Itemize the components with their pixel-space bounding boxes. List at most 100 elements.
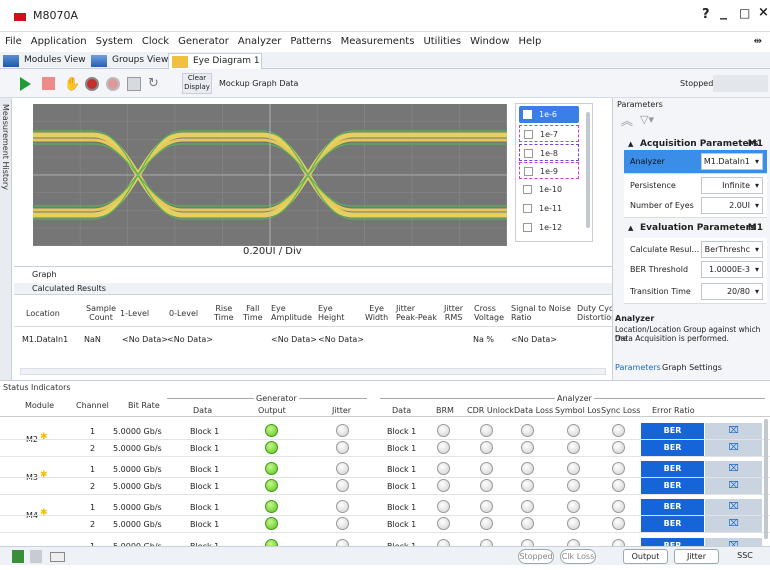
tab-eye-diagram[interactable]: Eye Diagram 1 ×: [168, 53, 262, 81]
menu-system[interactable]: System: [96, 36, 133, 47]
ssc-button[interactable]: SSC: [724, 549, 766, 564]
no-entry-alt-icon[interactable]: [106, 77, 120, 91]
row-divider: [0, 456, 770, 457]
chart-icon[interactable]: ⌧: [705, 423, 762, 439]
status-indicators-panel: Status Indicators Generator Analyzer Mod…: [0, 380, 770, 566]
status-title: Status Indicators: [3, 383, 71, 392]
hand-icon[interactable]: ✋: [64, 77, 80, 92]
chart-icon[interactable]: ⌧: [705, 461, 762, 477]
param-value[interactable]: M1.DataIn1: [701, 153, 763, 170]
collapse-icon: ▲: [628, 224, 634, 232]
menu-generator[interactable]: Generator: [178, 36, 229, 47]
evaluation-parameters-header[interactable]: ▲ Evaluation Parameters M1: [624, 218, 767, 238]
menu-patterns[interactable]: Patterns: [290, 36, 331, 47]
pin-icon[interactable]: ⇹: [754, 36, 762, 47]
status-vscrollbar[interactable]: [764, 419, 768, 539]
output-led-icon: [265, 517, 278, 530]
ber-level-1e-7[interactable]: 1e-7: [519, 125, 579, 142]
checkbox[interactable]: [523, 185, 532, 194]
ber-level-1e-11[interactable]: 1e-11: [519, 200, 579, 217]
eval-target: M1: [747, 223, 763, 233]
menu-application[interactable]: Application: [31, 36, 87, 47]
param-number-of-eyes[interactable]: Number of Eyes 2.0UI: [624, 194, 767, 218]
ber-level-1e-10[interactable]: 1e-10: [519, 181, 579, 198]
menu-clock[interactable]: Clock: [142, 36, 169, 47]
data-loss-led-icon: [521, 441, 534, 454]
tab-graph[interactable]: Graph: [32, 270, 57, 279]
param-value[interactable]: BerThreshc: [701, 241, 763, 258]
col-jitter-pp: Jitter Peak-Peak: [396, 304, 437, 322]
mail-icon[interactable]: [50, 552, 65, 562]
generator-data-value: Block 1: [190, 482, 220, 491]
mockup-graph-data-button[interactable]: Mockup Graph Data: [219, 79, 298, 88]
help-button[interactable]: ?: [702, 7, 710, 22]
param-ber-threshold[interactable]: BER Threshold 1.0000E-3: [624, 258, 767, 282]
param-transition-time[interactable]: Transition Time 20/80: [624, 280, 767, 304]
ber-label: 1e-8: [540, 149, 558, 158]
minimize-button[interactable]: _: [720, 4, 727, 20]
checkbox[interactable]: [523, 204, 532, 213]
chart-icon[interactable]: ⌧: [705, 478, 762, 494]
checkbox[interactable]: [524, 130, 533, 139]
checkbox[interactable]: [524, 167, 533, 176]
tab-graph-settings[interactable]: Graph Settings: [662, 363, 722, 372]
brm-led-icon: [437, 479, 450, 492]
hdr-brm: BRM: [436, 406, 454, 415]
collapse-all-icon[interactable]: ︽: [621, 112, 633, 129]
ber-level-1e-6[interactable]: 1e-6: [519, 106, 579, 123]
results-hscrollbar[interactable]: [20, 368, 606, 375]
generator-data-value: Block 1: [190, 444, 220, 453]
param-value[interactable]: Infinite: [701, 177, 763, 194]
chart-icon[interactable]: ⌧: [705, 516, 762, 532]
filter-icon[interactable]: ▽▾: [640, 113, 654, 126]
col-label: Voltage: [474, 313, 505, 322]
menu-analyzer[interactable]: Analyzer: [238, 36, 282, 47]
clear-display-button[interactable]: Clear Display: [182, 73, 212, 94]
analyzer-group-label: Analyzer: [555, 394, 594, 403]
help-text-2: Data Acquisition is performed.: [615, 334, 729, 343]
analyzer-data-value: Block 1: [387, 465, 417, 474]
tab-modules-view[interactable]: Modules View: [0, 53, 86, 69]
jitter-button[interactable]: Jitter: [674, 549, 719, 564]
checkbox[interactable]: [524, 149, 533, 158]
checkbox[interactable]: [523, 223, 532, 232]
tab-groups-view[interactable]: Groups View: [88, 53, 170, 69]
col-label: Jitter: [396, 304, 416, 313]
ber-level-1e-12[interactable]: 1e-12: [519, 219, 579, 236]
module-status-icon[interactable]: [12, 550, 24, 563]
param-analyzer[interactable]: Analyzer M1.DataIn1: [624, 150, 767, 174]
param-label: Analyzer: [630, 157, 665, 166]
param-value[interactable]: 20/80: [701, 283, 763, 300]
refresh-icon[interactable]: ↻: [148, 77, 162, 91]
menu-help[interactable]: Help: [519, 36, 542, 47]
menu-measurements[interactable]: Measurements: [341, 36, 415, 47]
ber-level-1e-9[interactable]: 1e-9: [519, 162, 579, 179]
output-button[interactable]: Output: [623, 549, 668, 564]
jitter-led-icon: [336, 500, 349, 513]
tab-parameters[interactable]: Parameters: [615, 363, 661, 372]
checkbox[interactable]: [523, 110, 532, 119]
ber-level-1e-8[interactable]: 1e-8: [519, 144, 579, 161]
param-value[interactable]: 1.0000E-3: [701, 261, 763, 278]
ber-list-scrollbar[interactable]: [586, 112, 590, 228]
close-button[interactable]: ×: [758, 5, 769, 20]
copy-icon[interactable]: [127, 77, 141, 91]
hdr-bit-rate: Bit Rate: [128, 401, 160, 410]
menu-window[interactable]: Window: [470, 36, 509, 47]
measurement-history-panel[interactable]: Measurement History: [0, 98, 12, 380]
col-eye-height: Eye Height: [318, 304, 344, 322]
bit-rate-value: 5.0000 Gb/s: [113, 503, 162, 512]
jitter-led-icon: [336, 441, 349, 454]
menu-utilities[interactable]: Utilities: [423, 36, 461, 47]
eye-diagram-plot[interactable]: [33, 104, 507, 246]
menu-file[interactable]: File: [5, 36, 22, 47]
chart-icon[interactable]: ⌧: [705, 499, 762, 515]
stop-icon[interactable]: [42, 77, 55, 90]
run-icon[interactable]: [20, 77, 31, 91]
chart-icon[interactable]: ⌧: [705, 440, 762, 456]
calculated-results-header: Calculated Results: [14, 283, 612, 295]
document-icon[interactable]: [30, 550, 42, 563]
param-value[interactable]: 2.0UI: [701, 197, 763, 214]
maximize-button[interactable]: □: [739, 6, 750, 20]
no-entry-icon[interactable]: [85, 77, 99, 91]
